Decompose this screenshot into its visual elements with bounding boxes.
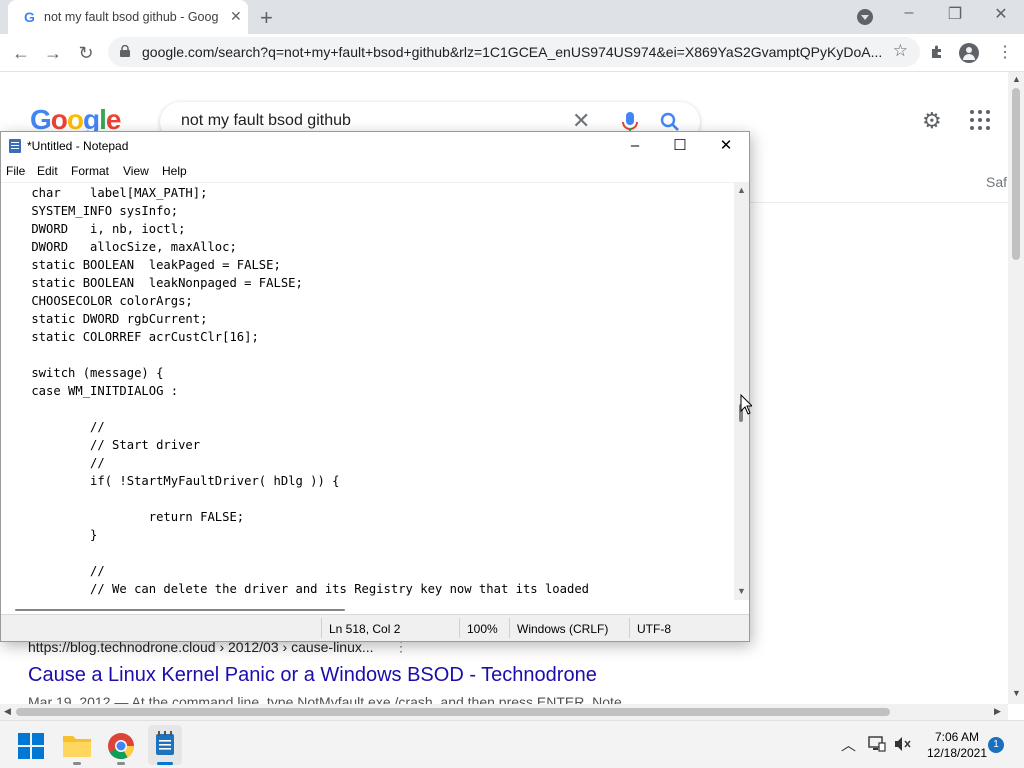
maximize-icon[interactable]: ☐ <box>665 136 695 156</box>
volume-muted-icon[interactable] <box>894 736 912 752</box>
windows-taskbar: ︿ 7:06 AM 12/18/2021 1 <box>0 720 1024 768</box>
scroll-thumb[interactable] <box>1012 88 1020 260</box>
cursor-position: Ln 518, Col 2 <box>329 622 401 636</box>
windows-start-icon[interactable] <box>18 733 44 759</box>
zoom-level: 100% <box>467 622 498 636</box>
browser-tab[interactable]: G not my fault bsod github - Goog ✕ <box>8 0 248 34</box>
notepad-menu-bar: File Edit Format View Help <box>1 160 749 182</box>
profile-avatar[interactable] <box>959 43 979 63</box>
code-text[interactable]: char label[MAX_PATH]; SYSTEM_INFO sysInf… <box>2 184 589 600</box>
tab-title: not my fault bsod github - Goog <box>44 10 219 24</box>
page-vertical-scrollbar[interactable]: ▲ ▼ <box>1008 72 1024 704</box>
clock-date: 12/18/2021 <box>926 746 988 760</box>
notepad-taskbar-button[interactable] <box>148 725 182 765</box>
network-icon[interactable] <box>868 736 886 752</box>
browser-toolbar: ← → ↻ google.com/search?q=not+my+fault+b… <box>0 34 1024 72</box>
encoding: UTF-8 <box>637 622 671 636</box>
chrome-icon[interactable] <box>108 733 134 759</box>
menu-format[interactable]: Format <box>71 164 109 178</box>
lock-icon <box>120 45 130 57</box>
forward-icon[interactable]: → <box>40 40 66 66</box>
result-snippet: Mar 19, 2012 — At the command line, type… <box>28 694 622 704</box>
tab-search-icon[interactable] <box>857 9 873 25</box>
scroll-thumb[interactable] <box>15 609 345 611</box>
svg-text:G: G <box>24 9 35 25</box>
close-tab-icon[interactable]: ✕ <box>230 8 242 25</box>
address-bar[interactable]: google.com/search?q=not+my+fault+bsod+gi… <box>108 37 920 67</box>
bookmark-star-icon[interactable]: ☆ <box>893 41 908 61</box>
minimize-icon[interactable]: – <box>620 136 650 156</box>
menu-file[interactable]: File <box>6 164 25 178</box>
notepad-taskbar-icon <box>156 731 174 755</box>
taskbar-clock[interactable]: 7:06 AM 12/18/2021 <box>918 729 996 761</box>
scroll-thumb[interactable] <box>16 708 890 716</box>
search-icon[interactable] <box>660 112 680 132</box>
reload-icon[interactable]: ↻ <box>73 40 99 66</box>
notepad-window: *Untitled - Notepad – ☐ ✕ File Edit Form… <box>0 131 750 642</box>
google-favicon-icon: G <box>24 9 35 25</box>
notepad-title: *Untitled - Notepad <box>27 139 129 153</box>
settings-gear-icon[interactable]: ⚙ <box>922 108 942 134</box>
show-hidden-icons-icon[interactable]: ︿ <box>841 734 856 755</box>
extensions-icon[interactable] <box>929 44 945 60</box>
browser-tab-strip: G not my fault bsod github - Goog ✕ + – … <box>0 0 1024 34</box>
scroll-left-icon[interactable]: ◀ <box>4 706 11 717</box>
mouse-cursor-icon <box>740 394 752 415</box>
tabs-divider <box>750 202 1008 203</box>
scroll-up-icon[interactable]: ▲ <box>1012 74 1021 84</box>
new-tab-button[interactable]: + <box>260 5 273 31</box>
scroll-up-icon[interactable]: ▲ <box>737 185 746 195</box>
restore-browser-icon[interactable]: ❐ <box>943 4 967 24</box>
back-icon[interactable]: ← <box>8 40 34 66</box>
notepad-vertical-scrollbar[interactable]: ▲ ▼ <box>734 182 749 600</box>
menu-edit[interactable]: Edit <box>37 164 58 178</box>
menu-view[interactable]: View <box>123 164 149 178</box>
notepad-icon <box>9 139 21 153</box>
explorer-running-indicator <box>73 762 81 765</box>
result-title-link[interactable]: Cause a Linux Kernel Panic or a Windows … <box>28 664 597 687</box>
scroll-right-icon[interactable]: ▶ <box>994 706 1001 717</box>
scroll-down-icon[interactable]: ▼ <box>737 586 746 596</box>
page-horizontal-scrollbar[interactable]: ◀ ▶ <box>0 704 1008 720</box>
chrome-menu-icon[interactable]: ⋮ <box>997 42 1013 62</box>
notepad-text-area[interactable]: char label[MAX_PATH]; SYSTEM_INFO sysInf… <box>1 182 734 600</box>
google-apps-icon[interactable] <box>970 110 990 130</box>
search-query[interactable]: not my fault bsod github <box>181 112 351 130</box>
chrome-running-indicator <box>117 762 125 765</box>
clock-time: 7:06 AM <box>934 730 980 744</box>
scroll-down-icon[interactable]: ▼ <box>1012 688 1021 698</box>
notepad-horizontal-scrollbar[interactable] <box>1 600 749 614</box>
safesearch-label[interactable]: Saf <box>986 174 1007 190</box>
notepad-title-bar[interactable]: *Untitled - Notepad – ☐ ✕ <box>1 132 749 160</box>
file-explorer-icon[interactable] <box>63 733 91 757</box>
close-browser-icon[interactable]: ✕ <box>989 4 1013 24</box>
menu-help[interactable]: Help <box>162 164 187 178</box>
line-ending: Windows (CRLF) <box>517 622 609 636</box>
notification-badge[interactable]: 1 <box>988 737 1004 753</box>
close-icon[interactable]: ✕ <box>711 136 741 156</box>
notepad-status-bar: Ln 518, Col 2 100% Windows (CRLF) UTF-8 <box>1 614 749 641</box>
url-text: google.com/search?q=not+my+fault+bsod+gi… <box>142 44 883 60</box>
minimize-browser-icon[interactable]: – <box>897 4 921 22</box>
